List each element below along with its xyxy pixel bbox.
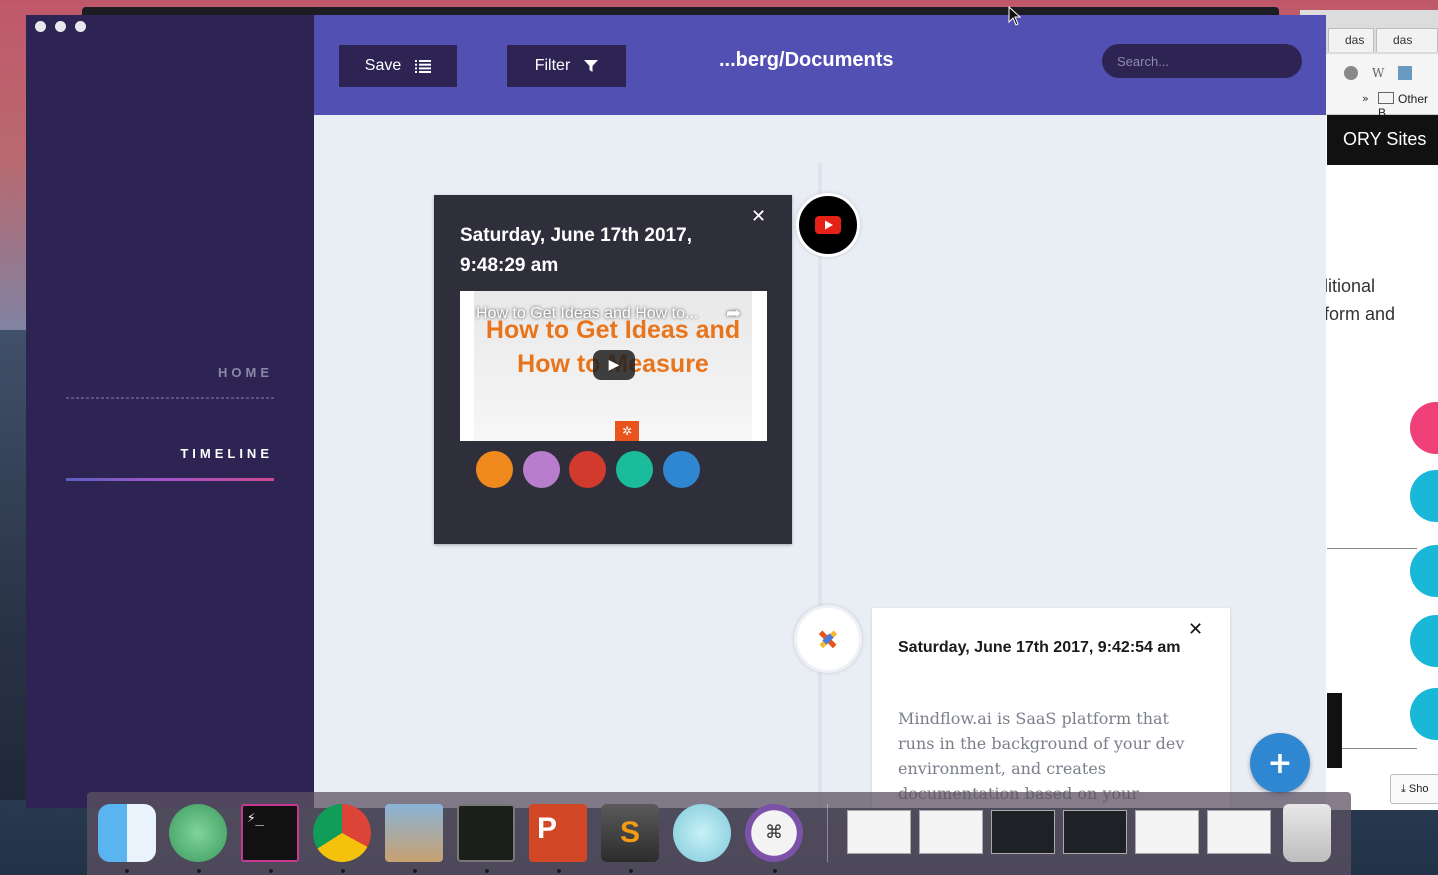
save-button[interactable]: Save [339,45,457,87]
add-entry-button[interactable]: + [1250,733,1310,793]
running-indicator [773,869,777,873]
timeline-card-video: Saturday, June 17th 2017, 9:48:29 am ✕ H… [434,195,792,544]
sublime-text-icon[interactable]: S [601,804,659,862]
brand-logo-icon: ✲ [615,421,639,441]
sidebar-item-timeline[interactable]: TIMELINE [180,446,273,461]
download-icon: ⤓ [1401,783,1409,795]
minimized-window[interactable] [1207,810,1271,854]
note-body: Mindflow.ai is SaaS platform that runs i… [898,709,1185,803]
timeline-marker-youtube [796,193,860,257]
filter-button-label: Filter [534,57,571,74]
list-icon [415,59,432,73]
folder-icon [1378,92,1394,104]
activity-monitor-icon[interactable] [457,804,515,862]
preview-icon[interactable] [385,804,443,862]
card-date: Saturday, June 17th 2017, 9:48:29 am [460,225,692,276]
cyan-circle [1410,688,1438,740]
mouse-cursor-icon [1008,6,1022,26]
page-text: litional form and [1324,276,1396,324]
minimized-window[interactable] [991,810,1055,854]
pink-circle [1410,402,1438,454]
atom-icon[interactable] [169,804,227,862]
minimize-window-button[interactable] [55,21,66,32]
running-indicator [197,869,201,873]
cyan-circle [1410,545,1438,597]
close-icon[interactable]: ✕ [1188,619,1203,640]
search-input[interactable] [1102,44,1302,78]
running-indicator [629,869,633,873]
running-indicator [341,869,345,873]
sidebar-item-timeline-underline [66,478,274,481]
timeline-card-note: Saturday, June 17th 2017, 9:42:54 am ✕ M… [872,608,1230,808]
divider [1327,548,1417,549]
color-swatch-teal[interactable] [616,451,653,488]
maximize-window-button[interactable] [75,21,86,32]
close-window-button[interactable] [35,21,46,32]
running-indicator [557,869,561,873]
share-icon[interactable]: ➦ [726,303,741,324]
youtube-embed[interactable]: How to Get Ideas and How to Measure ✲ Ho… [460,291,767,441]
dock: ⚡_ P S ⌘ [87,792,1351,875]
color-swatch-red[interactable] [569,451,606,488]
timeline-line [818,163,822,808]
color-swatch-orange[interactable] [476,451,513,488]
finder-icon[interactable] [98,804,156,862]
cyan-circle [1410,470,1438,522]
site-nav-bar: ORY Sites [1327,115,1438,165]
close-icon[interactable]: ✕ [751,206,766,227]
extension-icon[interactable] [1344,66,1358,80]
electron-icon[interactable] [673,804,731,862]
play-button-icon[interactable]: ▶ [593,350,635,380]
running-indicator [413,869,417,873]
dark-block [1327,693,1342,768]
wikipedia-icon[interactable]: W [1372,66,1384,80]
sidebar-item-home-underline [66,397,274,399]
running-indicator [269,869,273,873]
top-toolbar: Save Filter ...berg/Documents [314,15,1326,115]
pencil-ruler-icon [818,630,838,649]
filter-button[interactable]: Filter [507,45,626,87]
sidebar: HOME TIMELINE [26,15,314,808]
card-date: Saturday, June 17th 2017, 9:42:54 am [898,639,1181,656]
dock-separator [827,804,828,862]
keyboard-shortcut-icon[interactable]: ⌘ [745,804,803,862]
save-button-label: Save [364,57,402,74]
video-title[interactable]: How to Get Ideas and How to... [476,305,736,323]
color-swatch-blue[interactable] [663,451,700,488]
download-button[interactable]: ⤓ Sho [1390,774,1438,804]
powerpoint-icon[interactable]: P [529,804,587,862]
color-swatch-purple[interactable] [523,451,560,488]
browser-tab[interactable]: das [1376,28,1438,52]
sidebar-item-home[interactable]: HOME [218,365,273,380]
minimized-window[interactable] [1135,810,1199,854]
minimized-window[interactable] [1063,810,1127,854]
app-window: HOME TIMELINE Save Filter ...berg/Docume… [26,15,1326,808]
minimized-window[interactable] [847,810,911,854]
page-title: ...berg/Documents [719,49,894,71]
terminal-icon[interactable]: ⚡_ [241,804,299,862]
timeline-marker-note [794,605,862,673]
bookmarks-overflow-icon[interactable]: » [1362,92,1369,105]
youtube-icon [815,216,841,234]
trash-icon[interactable] [1283,804,1331,862]
cyan-circle [1410,615,1438,667]
running-indicator [485,869,489,873]
react-icon[interactable] [1398,66,1412,80]
running-indicator [125,869,129,873]
minimized-window[interactable] [919,810,983,854]
filter-icon [584,60,599,72]
chrome-icon[interactable] [313,804,371,862]
browser-tab[interactable]: das [1328,28,1374,52]
